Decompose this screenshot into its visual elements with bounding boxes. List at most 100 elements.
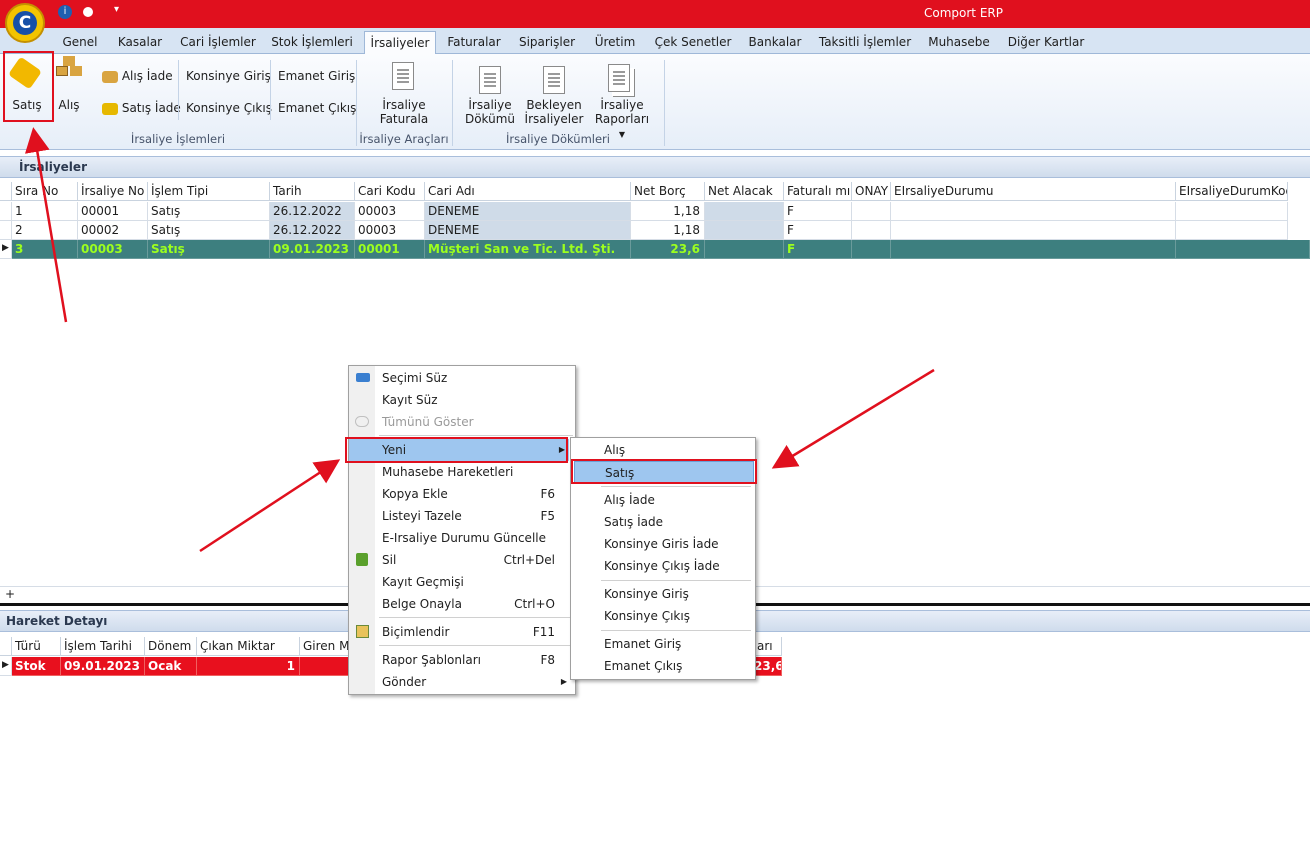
menu-item-eirsaliye-guncelle[interactable]: E-Irsaliye Durumu Güncelle xyxy=(349,527,575,549)
submenu-item-satis-iade[interactable]: Satış İade xyxy=(571,511,755,533)
col-eirsaliye-durumu[interactable]: EIrsaliyeDurumu xyxy=(891,182,1176,201)
alis-button[interactable]: Alış xyxy=(52,58,86,118)
add-row-icon[interactable]: + xyxy=(5,587,15,601)
submenu-item-konsinye-giris-iade[interactable]: Konsinye Giris İade xyxy=(571,533,755,555)
tab-irsaliyeler[interactable]: İrsaliyeler xyxy=(364,31,436,54)
table-row-2-cari-adi[interactable]: DENEME xyxy=(425,221,631,240)
menu-item-belge-onayla[interactable]: Belge Onayla Ctrl+O xyxy=(349,593,575,615)
table-row-1-irsaliye-no[interactable]: 00001 xyxy=(78,202,148,221)
tab-genel[interactable]: Genel xyxy=(56,31,104,54)
table-row-2-faturali[interactable]: F xyxy=(784,221,852,240)
col-islem-tarihi[interactable]: İşlem Tarihi xyxy=(61,637,145,656)
tab-kasalar[interactable]: Kasalar xyxy=(112,31,168,54)
submenu-item-emanet-giris[interactable]: Emanet Giriş xyxy=(571,633,755,655)
submenu-item-emanet-cikis[interactable]: Emanet Çıkış xyxy=(571,655,755,677)
col-cikan-miktar[interactable]: Çıkan Miktar xyxy=(197,637,300,656)
hareket-row-tutar[interactable]: 23,6 xyxy=(754,657,782,676)
menu-item-secimi-suz[interactable]: Seçimi Süz xyxy=(349,367,575,389)
menu-item-gonder[interactable]: Gönder ▶ xyxy=(349,671,575,693)
emanet-cikis-button[interactable]: Emanet Çıkış xyxy=(278,101,356,115)
app-logo[interactable]: C xyxy=(5,3,45,43)
row-indicator-current[interactable]: ▶ xyxy=(0,240,12,259)
table-row-3-irsaliye-no[interactable]: 00003 xyxy=(78,240,148,259)
menu-item-kayit-suz[interactable]: Kayıt Süz xyxy=(349,389,575,411)
hareket-row-tarih[interactable]: 09.01.2023 xyxy=(61,657,145,676)
table-row-2-onay[interactable] xyxy=(852,221,891,240)
col-donem[interactable]: Dönem xyxy=(145,637,197,656)
table-row-2-sira[interactable]: 2 xyxy=(12,221,78,240)
menu-item-muhasebe-hareketleri[interactable]: Muhasebe Hareketleri xyxy=(349,461,575,483)
konsinye-giris-button[interactable]: Konsinye Giriş xyxy=(186,69,271,83)
table-row-1-durum[interactable] xyxy=(891,202,1176,221)
quick-access-dropdown-icon[interactable]: ▾ xyxy=(114,4,119,15)
table-row-3-islem-tipi[interactable]: Satış xyxy=(148,240,270,259)
konsinye-cikis-button[interactable]: Konsinye Çıkış xyxy=(186,101,272,115)
tab-faturalar[interactable]: Faturalar xyxy=(444,31,504,54)
table-row-3-durum-kodu[interactable] xyxy=(1176,240,1310,259)
table-row-1-sira[interactable]: 1 xyxy=(12,202,78,221)
row-indicator[interactable] xyxy=(0,202,12,221)
table-row-1-cari-adi[interactable]: DENEME xyxy=(425,202,631,221)
table-row-3-net-alacak[interactable] xyxy=(705,240,784,259)
table-row-3-onay[interactable] xyxy=(852,240,891,259)
table-row-2-cari-kodu[interactable]: 00003 xyxy=(355,221,425,240)
menu-item-listeyi-tazele[interactable]: Listeyi Tazele F5 xyxy=(349,505,575,527)
col-turu[interactable]: Türü xyxy=(12,637,61,656)
menu-item-kayit-gecmisi[interactable]: Kayıt Geçmişi xyxy=(349,571,575,593)
table-row-2-net-alacak[interactable] xyxy=(705,221,784,240)
submenu-item-konsinye-cikis[interactable]: Konsinye Çıkış xyxy=(571,605,755,627)
irsaliye-faturala-button[interactable]: İrsaliye Faturala xyxy=(370,58,438,128)
table-row-1-islem-tipi[interactable]: Satış xyxy=(148,202,270,221)
satis-iade-button[interactable]: Satış İade xyxy=(102,101,181,115)
submenu-item-alis[interactable]: Alış xyxy=(571,439,755,461)
col-right-header[interactable]: arı xyxy=(754,637,782,656)
row-indicator-current[interactable]: ▶ xyxy=(0,657,12,676)
irsaliye-raporlari-button[interactable]: İrsaliye Raporları ▼ xyxy=(590,58,654,139)
table-row-3-faturali[interactable]: F xyxy=(784,240,852,259)
irsaliye-dokumu-button[interactable]: İrsaliye Dökümü xyxy=(460,58,520,128)
row-indicator[interactable] xyxy=(0,221,12,240)
col-onay[interactable]: ONAY xyxy=(852,182,891,201)
menu-item-kopya-ekle[interactable]: Kopya Ekle F6 xyxy=(349,483,575,505)
table-row-3-sira[interactable]: 3 xyxy=(12,240,78,259)
tab-diger-kartlar[interactable]: Diğer Kartlar xyxy=(1004,31,1088,54)
col-tarih[interactable]: Tarih xyxy=(270,182,355,201)
tab-uretim[interactable]: Üretim xyxy=(590,31,640,54)
col-sira-no[interactable]: Sıra No xyxy=(12,182,78,201)
tab-bankalar[interactable]: Bankalar xyxy=(744,31,806,54)
col-eirsaliye-durum-kodu[interactable]: EIrsaliyeDurumKodu xyxy=(1176,182,1288,201)
table-row-1-onay[interactable] xyxy=(852,202,891,221)
table-row-1-faturali[interactable]: F xyxy=(784,202,852,221)
table-row-2-durum[interactable] xyxy=(891,221,1176,240)
hareket-row-donem[interactable]: Ocak xyxy=(145,657,197,676)
menu-item-rapor-sablonlari[interactable]: Rapor Şablonları F8 xyxy=(349,649,575,671)
col-net-borc[interactable]: Net Borç xyxy=(631,182,705,201)
menu-item-bicimlendir[interactable]: Biçimlendir F11 xyxy=(349,621,575,643)
col-cari-adi[interactable]: Cari Adı xyxy=(425,182,631,201)
emanet-giris-button[interactable]: Emanet Giriş xyxy=(278,69,355,83)
info-icon[interactable]: i xyxy=(58,5,72,19)
table-row-2-durum-kodu[interactable] xyxy=(1176,221,1288,240)
table-row-2-net-borc[interactable]: 1,18 xyxy=(631,221,705,240)
table-row-1-durum-kodu[interactable] xyxy=(1176,202,1288,221)
lifebuoy-icon[interactable] xyxy=(81,5,95,19)
alis-iade-button[interactable]: Alış İade xyxy=(102,69,173,83)
tab-muhasebe[interactable]: Muhasebe xyxy=(924,31,994,54)
col-irsaliye-no[interactable]: İrsaliye No xyxy=(78,182,148,201)
tab-siparisler[interactable]: Siparişler xyxy=(514,31,580,54)
col-faturali-mi[interactable]: Faturalı mı? xyxy=(784,182,852,201)
hareket-row-giren[interactable] xyxy=(300,657,350,676)
col-cari-kodu[interactable]: Cari Kodu xyxy=(355,182,425,201)
submenu-item-alis-iade[interactable]: Alış İade xyxy=(571,489,755,511)
table-row-1-cari-kodu[interactable]: 00003 xyxy=(355,202,425,221)
col-islem-tipi[interactable]: İşlem Tipi xyxy=(148,182,270,201)
table-row-2-tarih[interactable]: 26.12.2022 xyxy=(270,221,355,240)
table-row-2-irsaliye-no[interactable]: 00002 xyxy=(78,221,148,240)
hareket-row-cikan[interactable]: 1 xyxy=(197,657,300,676)
tab-cek-senetler[interactable]: Çek Senetler xyxy=(652,31,734,54)
col-giren-miktar[interactable]: Giren Mi xyxy=(300,637,350,656)
tab-taksitli-islemler[interactable]: Taksitli İşlemler xyxy=(816,31,914,54)
tab-stok-islemleri[interactable]: Stok İşlemleri xyxy=(268,31,356,54)
table-row-3-durum[interactable] xyxy=(891,240,1176,259)
table-row-3-cari-kodu[interactable]: 00001 xyxy=(355,240,425,259)
